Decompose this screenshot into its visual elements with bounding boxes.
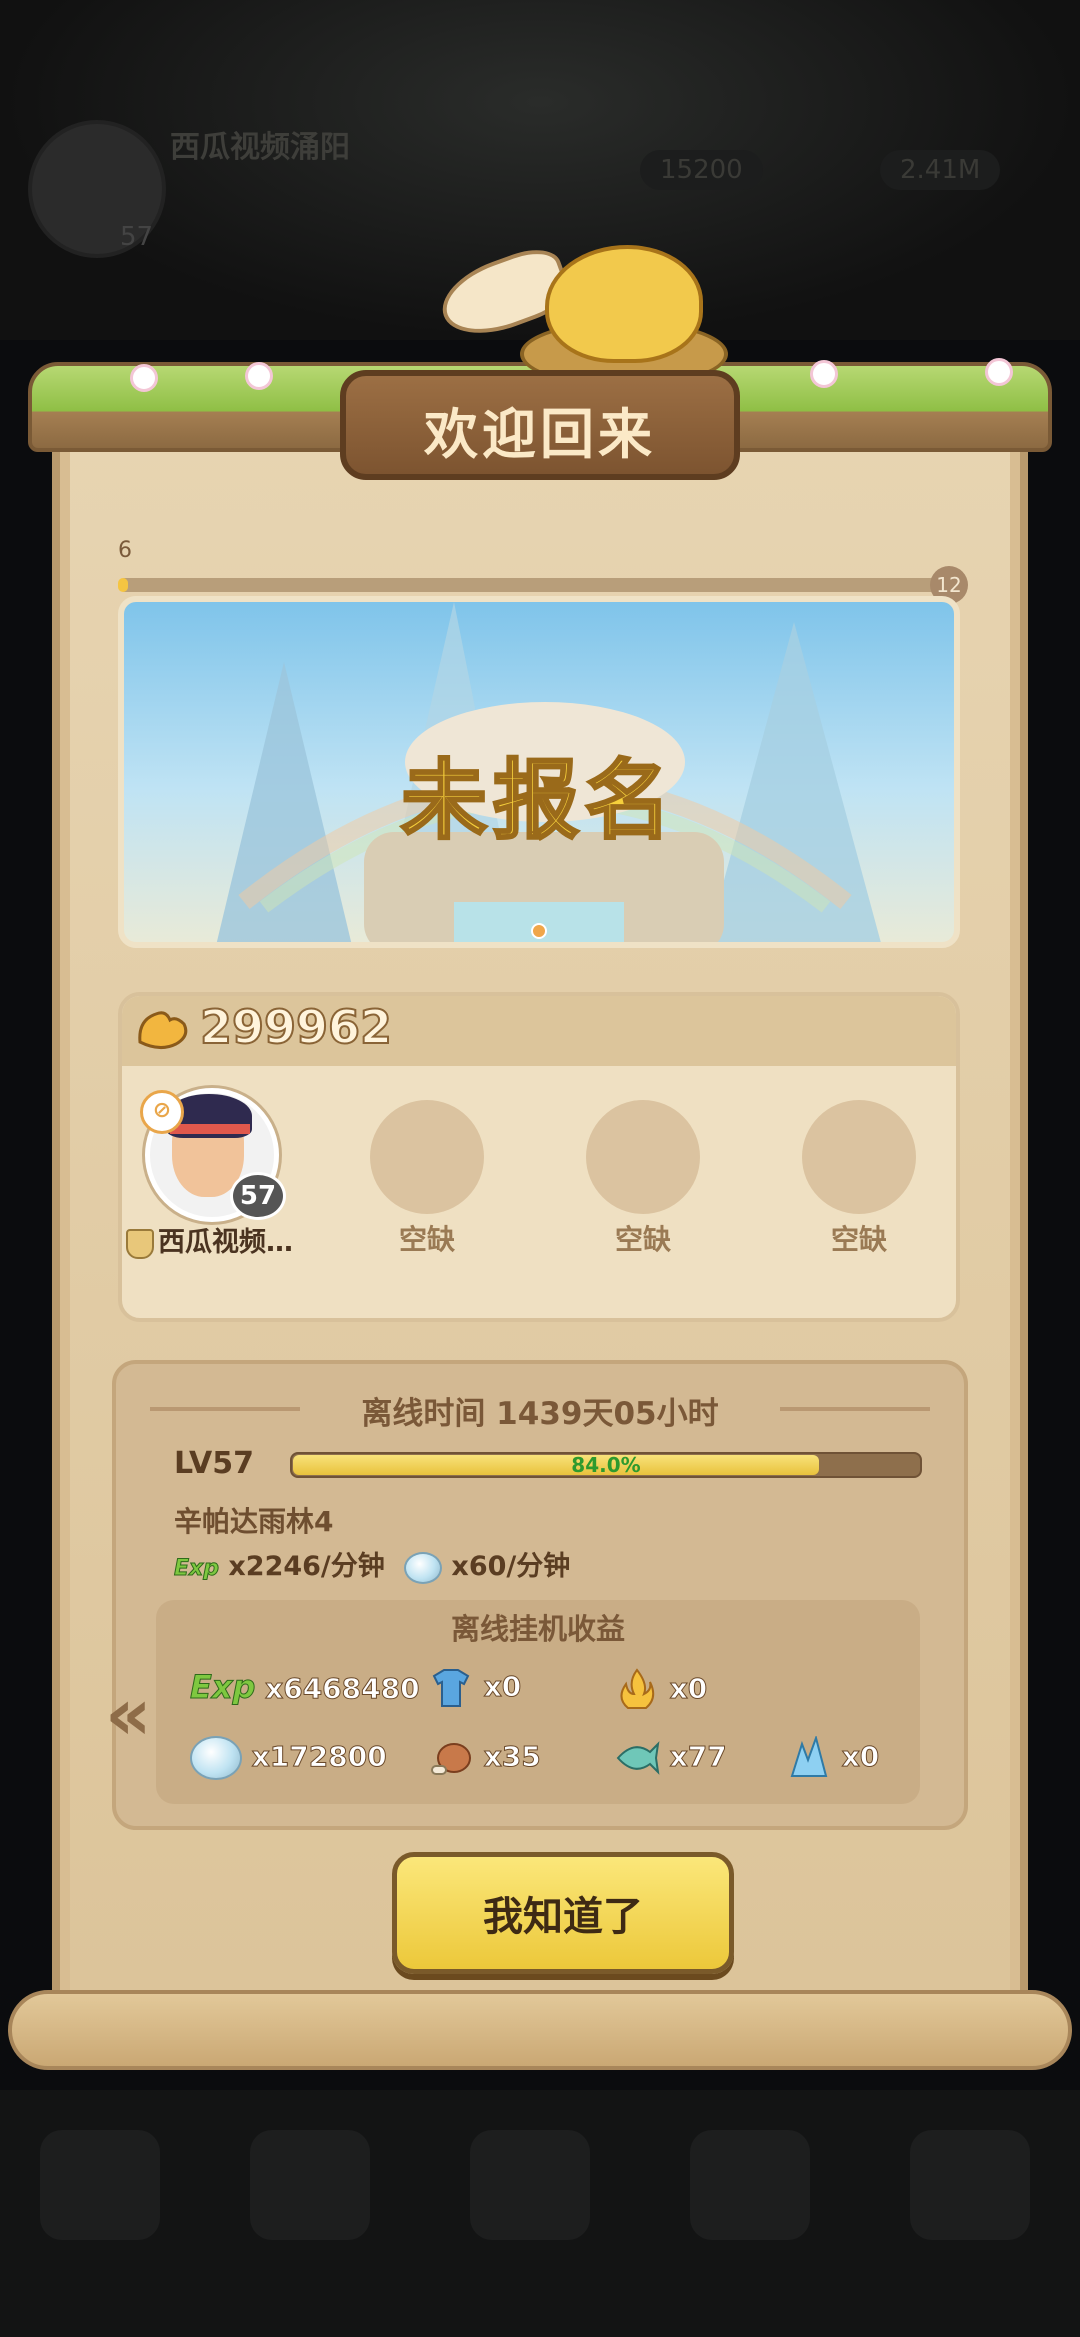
power-value: 299962 — [199, 999, 393, 1055]
exp-rate-text: x2246/分钟 — [228, 1551, 385, 1582]
flower-decoration — [130, 364, 158, 392]
exp-icon: Exp — [189, 1668, 256, 1707]
meat-icon — [431, 1743, 471, 1775]
progress-rail-fill — [118, 578, 128, 592]
ice-shard-icon — [790, 1734, 828, 1777]
flower-decoration — [810, 360, 838, 388]
flower-decoration — [985, 358, 1013, 386]
no-weapon-icon: ⊘ — [140, 1090, 184, 1134]
empty-slot-label-1: 空缺 — [398, 1223, 455, 1256]
banner-status-text: 未报名 — [400, 750, 677, 853]
exp-icon: Exp — [174, 1556, 220, 1582]
level-label: LV57 — [174, 1446, 254, 1481]
background-player-level: 57 — [120, 222, 154, 252]
shirt-icon — [432, 1669, 470, 1707]
background-player-name: 西瓜视频涌阳 — [170, 130, 350, 165]
reward-amount: x35 — [483, 1740, 541, 1774]
flame-icon — [620, 1668, 655, 1709]
reward-amount: x6468480 — [265, 1672, 420, 1706]
fish-icon — [616, 1741, 660, 1775]
offline-time-text: 离线时间 1439天05小时 — [361, 1396, 719, 1432]
map-name: 辛帕达雨林4 — [174, 1505, 334, 1538]
flower-decoration — [245, 362, 273, 390]
rank-shield-icon — [126, 1228, 154, 1259]
background-nav-item — [690, 2130, 810, 2240]
reward-fish: x77 — [614, 1736, 727, 1780]
dialog-title: 欢迎回来 — [424, 403, 656, 466]
reward-ice-shard: x0 — [786, 1734, 880, 1780]
background-resource-2: 2.41M — [880, 150, 1001, 190]
hero-name: 西瓜视频… — [126, 1220, 293, 1259]
reward-amount: x0 — [483, 1670, 522, 1704]
crystal-icon — [404, 1551, 442, 1584]
scroll-bottom-roll — [8, 1990, 1072, 2070]
reward-meat: x35 — [428, 1736, 541, 1780]
exp-rate: Exp x2246/分钟 — [174, 1544, 385, 1583]
reward-shirt: x0 — [428, 1668, 522, 1708]
chevron-left-icon[interactable]: « — [105, 1672, 152, 1756]
exp-progress-percent: 84.0% — [571, 1453, 641, 1477]
reward-exp: Exp x6468480 — [189, 1668, 420, 1707]
background-nav-item — [470, 2130, 590, 2240]
reward-amount: x0 — [841, 1740, 880, 1774]
crystal-rate-text: x60/分钟 — [451, 1551, 571, 1582]
background-nav-item — [250, 2130, 370, 2240]
empty-slot-1[interactable] — [370, 1100, 484, 1214]
crystal-rate: x60/分钟 — [404, 1544, 570, 1584]
empty-slot-label-2: 空缺 — [614, 1223, 671, 1256]
background-nav-item — [910, 2130, 1030, 2240]
hero-name-text: 西瓜视频… — [158, 1227, 293, 1258]
background-nav-item — [40, 2130, 160, 2240]
reward-flame: x0 — [614, 1668, 708, 1712]
empty-slot-3[interactable] — [802, 1100, 916, 1214]
muscle-arm-icon — [138, 1011, 188, 1049]
reward-amount: x172800 — [251, 1740, 387, 1774]
rewards-title: 离线挂机收益 — [450, 1612, 625, 1646]
crystal-icon — [190, 1736, 242, 1780]
bird-mascot-icon — [545, 245, 703, 363]
progress-rail — [118, 578, 958, 592]
reward-crystal: x172800 — [190, 1736, 387, 1780]
banner-page-indicator — [531, 923, 547, 939]
reward-amount: x77 — [669, 1740, 727, 1774]
confirm-button-label: 我知道了 — [483, 1894, 643, 1940]
empty-slot-2[interactable] — [586, 1100, 700, 1214]
hero-headband — [170, 1124, 250, 1134]
progress-start-label: 6 — [118, 538, 132, 563]
hero-level-badge: 57 — [230, 1172, 286, 1220]
empty-slot-label-3: 空缺 — [830, 1223, 887, 1256]
background-resource-1: 15200 — [640, 150, 763, 190]
reward-amount: x0 — [669, 1672, 708, 1706]
